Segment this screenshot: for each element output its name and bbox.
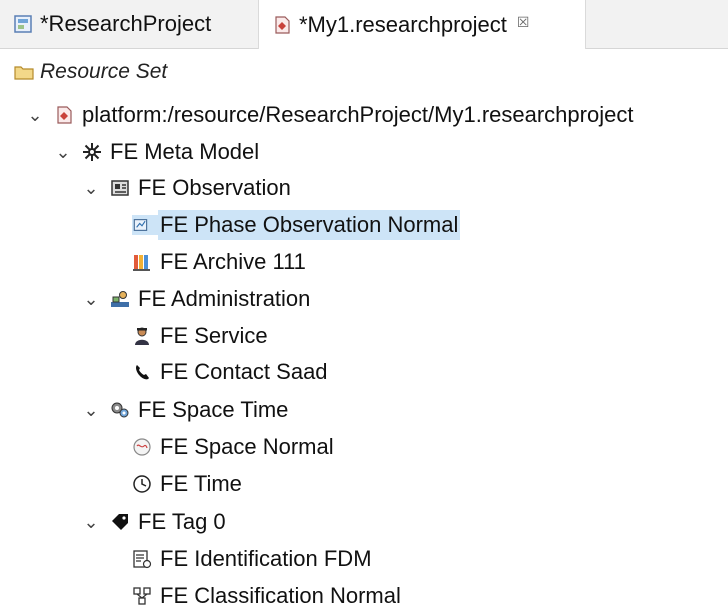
tree-node-label: FE Time	[160, 471, 242, 496]
tab-label: *My1.researchproject	[299, 11, 507, 37]
tag-icon	[112, 514, 128, 530]
tree-node-label: FE Identification FDM	[160, 546, 372, 571]
tree-node-time[interactable]: FE Time	[124, 466, 244, 502]
tree-node-administration[interactable]: ⌄ FE Administration	[80, 281, 312, 317]
tree-node-observation[interactable]: ⌄ FE Observation	[80, 170, 293, 206]
chevron-down-icon[interactable]: ⌄	[24, 105, 46, 126]
tab-my1-researchproject[interactable]: *My1.researchproject ☒	[258, 0, 586, 49]
tree-node-label: FE Administration	[138, 286, 311, 311]
model-file-icon	[57, 106, 72, 124]
chevron-down-icon[interactable]: ⌄	[80, 289, 102, 310]
tree-node-phase-observation[interactable]: FE Phase Observation Normal	[124, 207, 461, 243]
tree-node-space-normal[interactable]: FE Space Normal	[124, 429, 336, 465]
phone-icon	[136, 365, 149, 380]
tab-label: *ResearchProject	[40, 11, 212, 36]
tree-node-label: FE Meta Model	[110, 139, 260, 164]
tree-node-label: FE Contact Saad	[160, 359, 328, 384]
tree-node-label: FE Space Normal	[160, 434, 334, 459]
tree-node-service[interactable]: FE Service	[124, 318, 270, 354]
close-icon[interactable]: ☒	[517, 14, 530, 31]
tree-node-root[interactable]: ⌄ platform:/resource/ResearchProject/My1…	[24, 97, 635, 133]
space-time-gears-icon	[111, 402, 129, 418]
editor-tab-bar: *ResearchProject *My1.researchproject ☒	[0, 0, 728, 49]
diagram-editor-icon	[14, 15, 32, 33]
tree-node-label: FE Space Time	[138, 397, 289, 422]
administration-icon	[111, 291, 129, 307]
chevron-down-icon[interactable]: ⌄	[80, 400, 102, 421]
tree-node-tag[interactable]: ⌄ FE Tag 0	[80, 504, 228, 540]
tree-node-identification[interactable]: FE Identification FDM	[124, 541, 374, 577]
tab-research-project[interactable]: *ResearchProject	[0, 0, 258, 48]
observation-icon	[111, 180, 129, 196]
tree-node-label: FE Archive 111	[160, 249, 306, 274]
resource-set-label: Resource Set	[40, 60, 168, 83]
classification-icon	[133, 587, 151, 605]
chevron-down-icon[interactable]: ⌄	[52, 142, 74, 163]
tree-node-label: FE Service	[160, 323, 268, 348]
clock-icon	[133, 475, 151, 493]
identification-icon	[133, 550, 152, 569]
tree-node-label: FE Classification Normal	[160, 583, 401, 608]
tree-node-space-time[interactable]: ⌄ FE Space Time	[80, 392, 290, 428]
tree-node-label: platform:/resource/ResearchProject/My1.r…	[82, 102, 634, 127]
phase-observation-icon	[132, 215, 158, 235]
tree-node-label: FE Phase Observation Normal	[158, 210, 461, 240]
tree-node-label: FE Tag 0	[138, 509, 226, 534]
space-globe-icon	[133, 438, 151, 456]
chevron-down-icon[interactable]: ⌄	[80, 178, 102, 199]
tree-node-archive[interactable]: FE Archive 111	[124, 244, 308, 280]
resource-set-header: Resource Set	[0, 49, 728, 95]
resource-set-folder-icon	[14, 66, 34, 80]
chevron-down-icon[interactable]: ⌄	[80, 512, 102, 533]
service-person-icon	[135, 327, 149, 345]
tree-node-contact[interactable]: FE Contact Saad	[124, 354, 330, 390]
tree-node-classification[interactable]: FE Classification Normal	[124, 578, 403, 614]
tree-node-meta-model[interactable]: ⌄ FE Meta Model	[52, 134, 261, 170]
model-file-icon	[275, 15, 290, 34]
meta-model-icon	[83, 143, 101, 161]
archive-icon	[133, 255, 150, 271]
tree-node-label: FE Observation	[138, 175, 291, 200]
